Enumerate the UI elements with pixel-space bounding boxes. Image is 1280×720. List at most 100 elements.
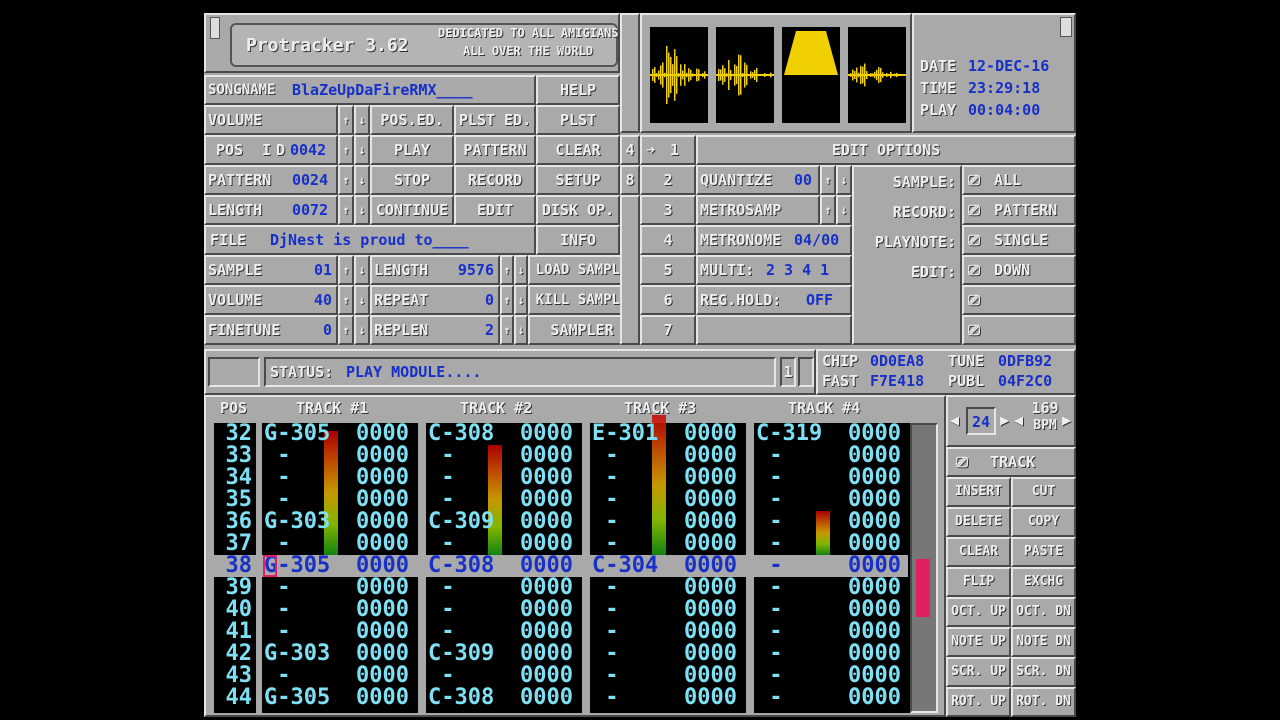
pattern-scrollbar[interactable] <box>910 423 938 713</box>
track-1-effect[interactable]: 0000 <box>356 489 409 511</box>
track-4-effect[interactable]: 0000 <box>848 489 901 511</box>
pattern-down-arrow[interactable]: ↓ <box>354 165 370 195</box>
track-4-note[interactable]: - <box>756 577 822 599</box>
speed-right-arrow-icon[interactable]: ▶ <box>1000 407 1009 433</box>
track-3-note[interactable]: - <box>592 687 658 709</box>
track-3-note[interactable]: - <box>592 665 658 687</box>
exchg-button[interactable]: EXCHG <box>1011 567 1076 597</box>
speed-left-arrow-icon[interactable]: ◀ <box>950 407 959 433</box>
tab-8-tracks[interactable]: 8 <box>620 165 640 195</box>
record-button[interactable]: RECORD <box>454 165 536 195</box>
track-4-effect[interactable]: 0000 <box>848 533 901 555</box>
track-4-note[interactable]: - <box>756 467 822 489</box>
track-3-effect[interactable]: 0000 <box>684 665 737 687</box>
edit-slot-4[interactable]: 4 <box>640 225 696 255</box>
track-2-effect[interactable]: 0000 <box>520 665 573 687</box>
rot-up-button[interactable]: ROT. UP <box>946 687 1011 717</box>
track-4-effect[interactable]: 0000 <box>848 665 901 687</box>
track-toggle[interactable]: ⎚ TRACK <box>946 447 1076 477</box>
delete-button[interactable]: DELETE <box>946 507 1011 537</box>
replen-down-arrow[interactable]: ↓ <box>514 315 528 345</box>
stop-button[interactable]: STOP <box>370 165 454 195</box>
pattern-scroll-position[interactable] <box>916 559 930 617</box>
track-4-effect[interactable]: 0000 <box>848 555 901 577</box>
track-4-note[interactable]: - <box>756 687 822 709</box>
pos-ed-button[interactable]: POS.ED. <box>370 105 454 135</box>
track-2-effect[interactable]: 0000 <box>520 511 573 533</box>
track-4-note[interactable]: - <box>756 511 822 533</box>
rot-dn-button[interactable]: ROT. DN <box>1011 687 1076 717</box>
pattern-button[interactable]: PATTERN <box>454 135 536 165</box>
empty-toggle-1[interactable]: ⎚ <box>962 285 1076 315</box>
note-dn-button[interactable]: NOTE DN <box>1011 627 1076 657</box>
track-4-note[interactable]: - <box>756 445 822 467</box>
track-3-note[interactable]: - <box>592 467 658 489</box>
finetune-down-arrow[interactable]: ↓ <box>354 315 370 345</box>
track-4-effect[interactable]: 0000 <box>848 621 901 643</box>
track-3-note[interactable]: C-304 <box>592 555 658 577</box>
track-4-effect[interactable]: 0000 <box>848 511 901 533</box>
finetune-up-arrow[interactable]: ↑ <box>338 315 354 345</box>
track-1-note[interactable]: - <box>264 665 330 687</box>
replen-up-arrow[interactable]: ↑ <box>500 315 514 345</box>
depth-gadget[interactable] <box>1060 17 1072 37</box>
playnote-mode-toggle[interactable]: ⎚ SINGLE <box>962 225 1076 255</box>
track-2-note[interactable]: - <box>428 445 494 467</box>
track-3-effect[interactable]: 0000 <box>684 577 737 599</box>
track-1-note[interactable]: - <box>264 489 330 511</box>
song-volume-down-arrow[interactable]: ↓ <box>354 105 370 135</box>
track-1-effect[interactable]: 0000 <box>356 467 409 489</box>
bpm-left-arrow-icon[interactable]: ◀ <box>1014 407 1023 433</box>
sample-up-arrow[interactable]: ↑ <box>338 255 354 285</box>
pos-delete-gadget[interactable]: D <box>276 137 285 163</box>
track-1-note[interactable]: - <box>264 533 330 555</box>
track-3-effect[interactable]: 0000 <box>684 511 737 533</box>
track-1-effect[interactable]: 0000 <box>356 533 409 555</box>
oct-dn-button[interactable]: OCT. DN <box>1011 597 1076 627</box>
track-3-effect[interactable]: 0000 <box>684 599 737 621</box>
cut-button[interactable]: CUT <box>1011 477 1076 507</box>
info-button[interactable]: INFO <box>536 225 620 255</box>
record-mode-toggle[interactable]: ⎚ PATTERN <box>962 195 1076 225</box>
track-4-effect[interactable]: 0000 <box>848 467 901 489</box>
track-4-effect[interactable]: 0000 <box>848 599 901 621</box>
track-4-note[interactable]: - <box>756 533 822 555</box>
scr-up-button[interactable]: SCR. UP <box>946 657 1011 687</box>
edit-mode-toggle[interactable]: ⎚ DOWN <box>962 255 1076 285</box>
edit-slot-7[interactable]: 7 <box>640 315 696 345</box>
edit-slot-6[interactable]: 6 <box>640 285 696 315</box>
multi-field[interactable]: MULTI: 2 3 4 1 <box>696 255 852 285</box>
track-3-effect[interactable]: 0000 <box>684 467 737 489</box>
track-4-note[interactable]: - <box>756 665 822 687</box>
sample-volume-down-arrow[interactable]: ↓ <box>354 285 370 315</box>
track-2-note[interactable]: - <box>428 577 494 599</box>
track-1-effect[interactable]: 0000 <box>356 687 409 709</box>
track-4-note[interactable]: - <box>756 599 822 621</box>
track-3-effect[interactable]: 0000 <box>684 555 737 577</box>
track-3-effect[interactable]: 0000 <box>684 423 737 445</box>
track-3-effect[interactable]: 0000 <box>684 533 737 555</box>
track-1-note[interactable]: G-303 <box>264 511 330 533</box>
setup-button[interactable]: SETUP <box>536 165 620 195</box>
track-3-effect[interactable]: 0000 <box>684 445 737 467</box>
scr-dn-button[interactable]: SCR. DN <box>1011 657 1076 687</box>
track-4-effect[interactable]: 0000 <box>848 643 901 665</box>
edit-slot-1[interactable]: ➜ 1 <box>640 135 696 165</box>
track-2-effect[interactable]: 0000 <box>520 621 573 643</box>
track-2-header[interactable]: TRACK #2 <box>460 397 532 419</box>
metronome-field[interactable]: METRONOME 04/00 <box>696 225 852 255</box>
quantize-up-arrow[interactable]: ↑ <box>820 165 836 195</box>
pos-insert-gadget[interactable]: I <box>262 137 271 163</box>
pattern-up-arrow[interactable]: ↑ <box>338 165 354 195</box>
play-button[interactable]: PLAY <box>370 135 454 165</box>
track-2-effect[interactable]: 0000 <box>520 445 573 467</box>
sample-mode-toggle[interactable]: ⎚ ALL <box>962 165 1076 195</box>
track-2-note[interactable]: C-309 <box>428 643 494 665</box>
track-4-effect[interactable]: 0000 <box>848 687 901 709</box>
edit-slot-2[interactable]: 2 <box>640 165 696 195</box>
empty-toggle-2[interactable]: ⎚ <box>962 315 1076 345</box>
track-1-effect[interactable]: 0000 <box>356 621 409 643</box>
track-3-effect[interactable]: 0000 <box>684 489 737 511</box>
track-2-effect[interactable]: 0000 <box>520 643 573 665</box>
pos-up-arrow[interactable]: ↑ <box>338 135 354 165</box>
